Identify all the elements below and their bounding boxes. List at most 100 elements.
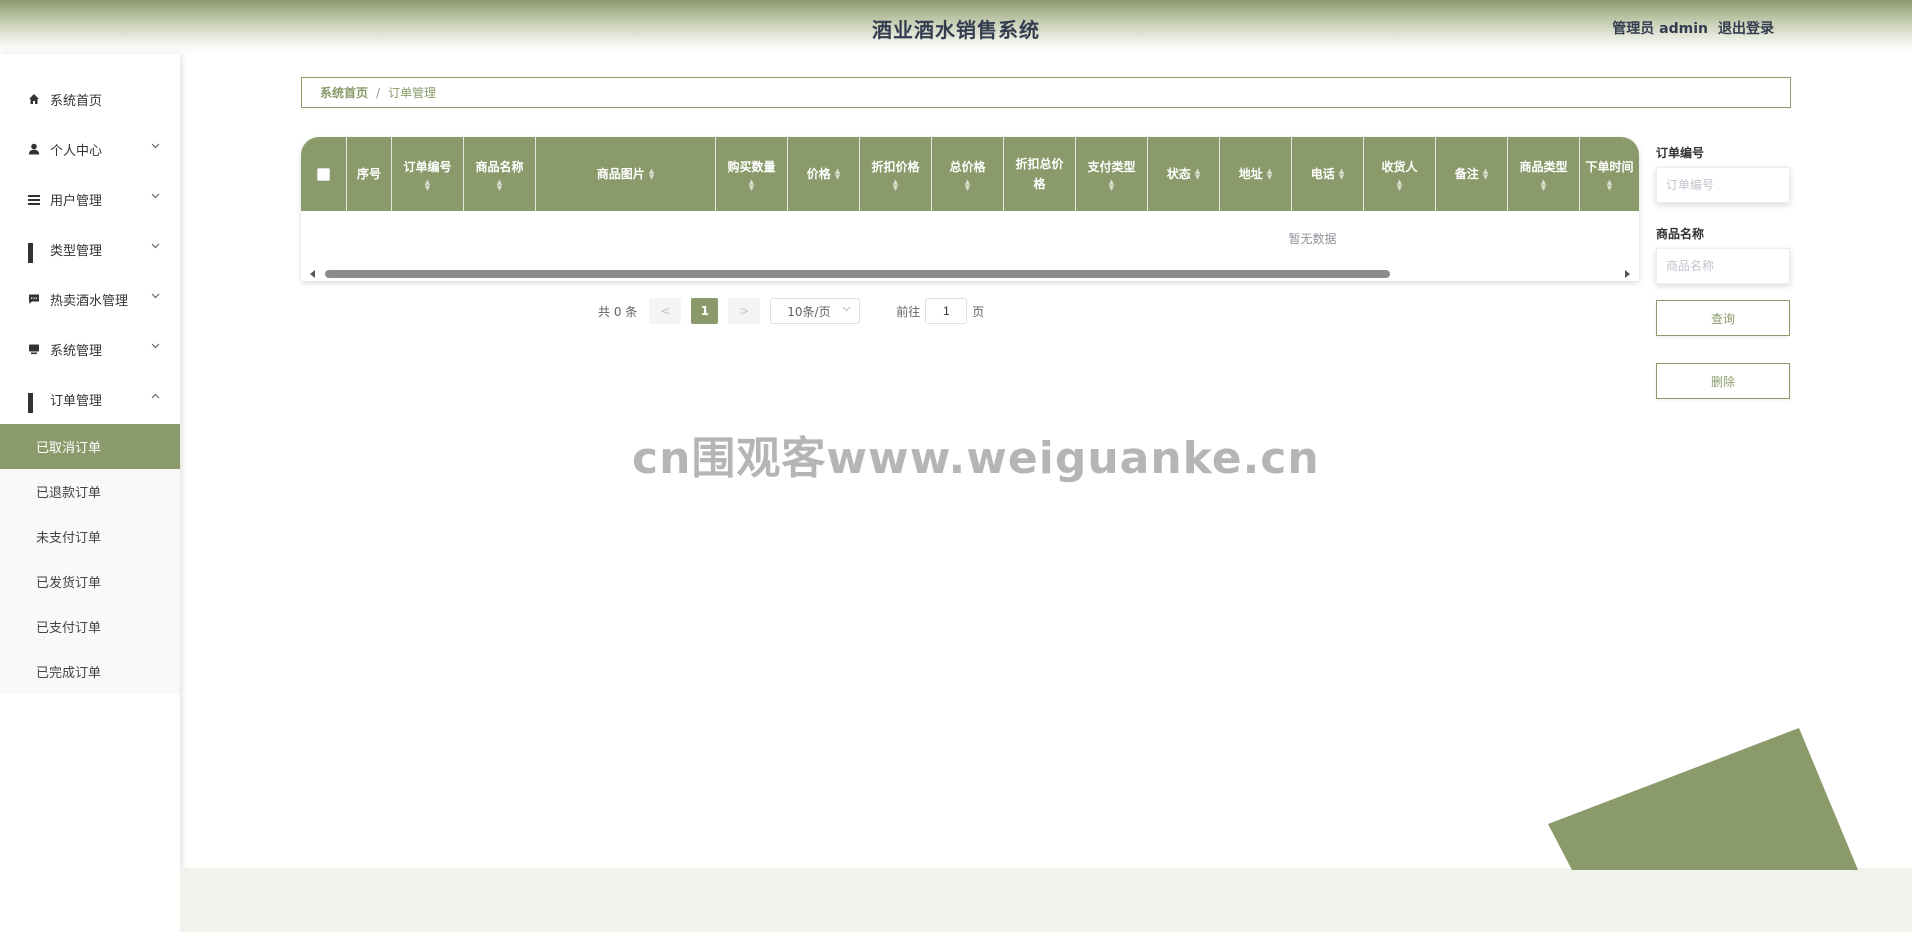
chevron-down-icon [151,141,160,152]
goto-suffix: 页 [972,304,985,319]
chevron-down-icon [151,191,160,202]
total-count: 共 0 条 [598,304,638,319]
page-size-select[interactable]: 10条/页 [770,298,861,324]
sidebar-item-type-management[interactable]: 类型管理 [0,224,180,274]
column-header-label: 备注 [1454,167,1479,181]
sort-icon[interactable]: ▲ ▼ [749,179,754,192]
sidebar-item-label: 个人中心 [50,143,103,159]
column-header-product-type[interactable]: 商品类型 ▲ ▼ [1508,137,1580,211]
sidebar-item-hot-wine-management[interactable]: 热卖酒水管理 [0,274,180,324]
scrollbar-thumb[interactable] [325,270,1390,278]
sidebar-item-label: 系统首页 [50,93,103,109]
sort-icon[interactable]: ▲ ▼ [965,179,970,192]
sort-icon[interactable]: ▲ ▼ [649,168,654,181]
column-header-order-no[interactable]: 订单编号 ▲ ▼ [392,137,464,211]
column-header-total-price[interactable]: 总价格 ▲ ▼ [932,137,1004,211]
sidebar-item-home[interactable]: 系统首页 [0,74,180,124]
column-header-discount-total[interactable]: 折扣总价格 [1004,137,1076,211]
column-header-discount-price[interactable]: 折扣价格 ▲ ▼ [860,137,932,211]
sort-icon[interactable]: ▲ ▼ [1483,168,1488,181]
sidebar-item-label: 用户管理 [50,193,103,209]
sort-icon[interactable]: ▲ ▼ [1267,168,1272,181]
submenu-item-unpaid-orders[interactable]: 未支付订单 [0,514,180,559]
sort-icon[interactable]: ▲ ▼ [1607,179,1612,192]
page-size-value: 10条/页 [787,304,831,319]
prev-page-button[interactable]: < [649,298,682,324]
column-header-receiver[interactable]: 收货人 ▲ ▼ [1364,137,1436,211]
select-all-checkbox[interactable] [317,167,330,181]
goto-page-input[interactable] [925,298,968,324]
message-icon [28,293,40,305]
column-header-address[interactable]: 地址 ▲ ▼ [1220,137,1292,211]
column-header-label: 序号 [356,167,381,181]
user-icon [28,143,40,155]
column-header-phone[interactable]: 电话 ▲ ▼ [1292,137,1364,211]
column-header-label: 购买数量 [727,160,776,174]
submenu-item-cancelled-orders[interactable]: 已取消订单 [0,424,180,469]
order-no-label: 订单编号 [1656,146,1705,160]
column-header-product-image[interactable]: 商品图片 ▲ ▼ [536,137,716,211]
column-header-label: 电话 [1310,167,1335,181]
sort-icon[interactable]: ▲ ▼ [835,168,840,181]
submenu-item-completed-orders[interactable]: 已完成订单 [0,649,180,694]
column-header-label: 地址 [1238,167,1263,181]
delete-button[interactable]: 删除 [1656,363,1790,399]
sidebar-item-label: 系统管理 [50,343,103,359]
search-panel: 订单编号 商品名称 查询 删除 [1656,144,1790,399]
column-header-label: 总价格 [949,160,986,174]
sidebar-item-order-management[interactable]: 订单管理 [0,374,180,424]
column-header-label: 折扣价格 [871,160,920,174]
submenu-item-shipped-orders[interactable]: 已发货订单 [0,559,180,604]
sidebar-item-system-management[interactable]: 系统管理 [0,324,180,374]
scroll-left-arrow-icon[interactable] [310,270,315,278]
decorative-shape [1548,728,1858,870]
column-header-payment-type[interactable]: 支付类型 ▲ ▼ [1076,137,1148,211]
order-no-input[interactable] [1656,167,1790,203]
watermark: cn围观客www.weiguanke.cn [632,433,1320,484]
page-number-button[interactable]: 1 [691,298,719,324]
column-header-label: 收货人 [1381,160,1418,174]
column-header-product-name[interactable]: 商品名称 ▲ ▼ [464,137,536,211]
submenu-item-paid-orders[interactable]: 已支付订单 [0,604,180,649]
sort-icon[interactable]: ▲ ▼ [893,179,898,192]
chevron-down-icon [842,304,851,315]
sort-icon[interactable]: ▲ ▼ [1339,168,1344,181]
grid-icon [28,243,40,263]
column-header-label: 价格 [806,167,831,181]
column-header-remark[interactable]: 备注 ▲ ▼ [1436,137,1508,211]
sidebar-item-personal-center[interactable]: 个人中心 [0,124,180,174]
empty-state: 暂无数据 [301,211,1639,266]
select-all-cell [301,137,347,211]
sidebar-item-label: 类型管理 [50,243,103,259]
query-button[interactable]: 查询 [1656,300,1790,336]
table-header: 序号 订单编号 ▲ ▼ 商品名称 ▲ ▼ 商品图片 ▲ ▼ 购买数量 ▲ ▼ 价格 ▲ ▼ 折扣价格… [301,137,1639,211]
horizontal-scrollbar[interactable] [301,266,1639,281]
breadcrumb-home-link[interactable]: 系统首页 [320,84,368,101]
column-header-quantity[interactable]: 购买数量 ▲ ▼ [716,137,788,211]
column-header-price[interactable]: 价格 ▲ ▼ [788,137,860,211]
breadcrumb-current: 订单管理 [388,86,437,100]
column-header-label: 订单编号 [403,160,452,174]
top-header: 酒业酒水销售系统 管理员 admin 退出登录 [0,0,1912,54]
product-name-input[interactable] [1656,248,1790,284]
sidebar-item-user-management[interactable]: 用户管理 [0,174,180,224]
sort-icon[interactable]: ▲ ▼ [1541,179,1546,192]
sort-icon[interactable]: ▲ ▼ [425,179,430,192]
next-page-button[interactable]: > [728,298,761,324]
scroll-right-arrow-icon[interactable] [1625,270,1630,278]
sort-icon[interactable]: ▲ ▼ [1109,179,1114,192]
order-submenu: 已取消订单 已退款订单 未支付订单 已发货订单 已支付订单 已完成订单 [0,424,180,694]
pagination: 共 0 条 < 1 > 10条/页 前往 页 [598,298,984,324]
column-header-order-time[interactable]: 下单时间 ▲ ▼ [1580,137,1639,211]
chevron-down-icon [151,241,160,252]
column-header-status[interactable]: 状态 ▲ ▼ [1148,137,1220,211]
sidebar: 系统首页 个人中心 用户管理 类型管理 热卖酒水管理 系统管理 订单管理 已取消… [0,54,180,932]
logout-link[interactable]: 退出登录 [1718,18,1774,38]
submenu-item-refunded-orders[interactable]: 已退款订单 [0,469,180,514]
header-user-area: 管理员 admin 退出登录 [1612,18,1774,38]
sort-icon[interactable]: ▲ ▼ [1195,168,1200,181]
sort-icon[interactable]: ▲ ▼ [1397,179,1402,192]
sort-icon[interactable]: ▲ ▼ [497,179,502,192]
chevron-down-icon [151,341,160,352]
column-header-label: 下单时间 [1585,160,1634,174]
